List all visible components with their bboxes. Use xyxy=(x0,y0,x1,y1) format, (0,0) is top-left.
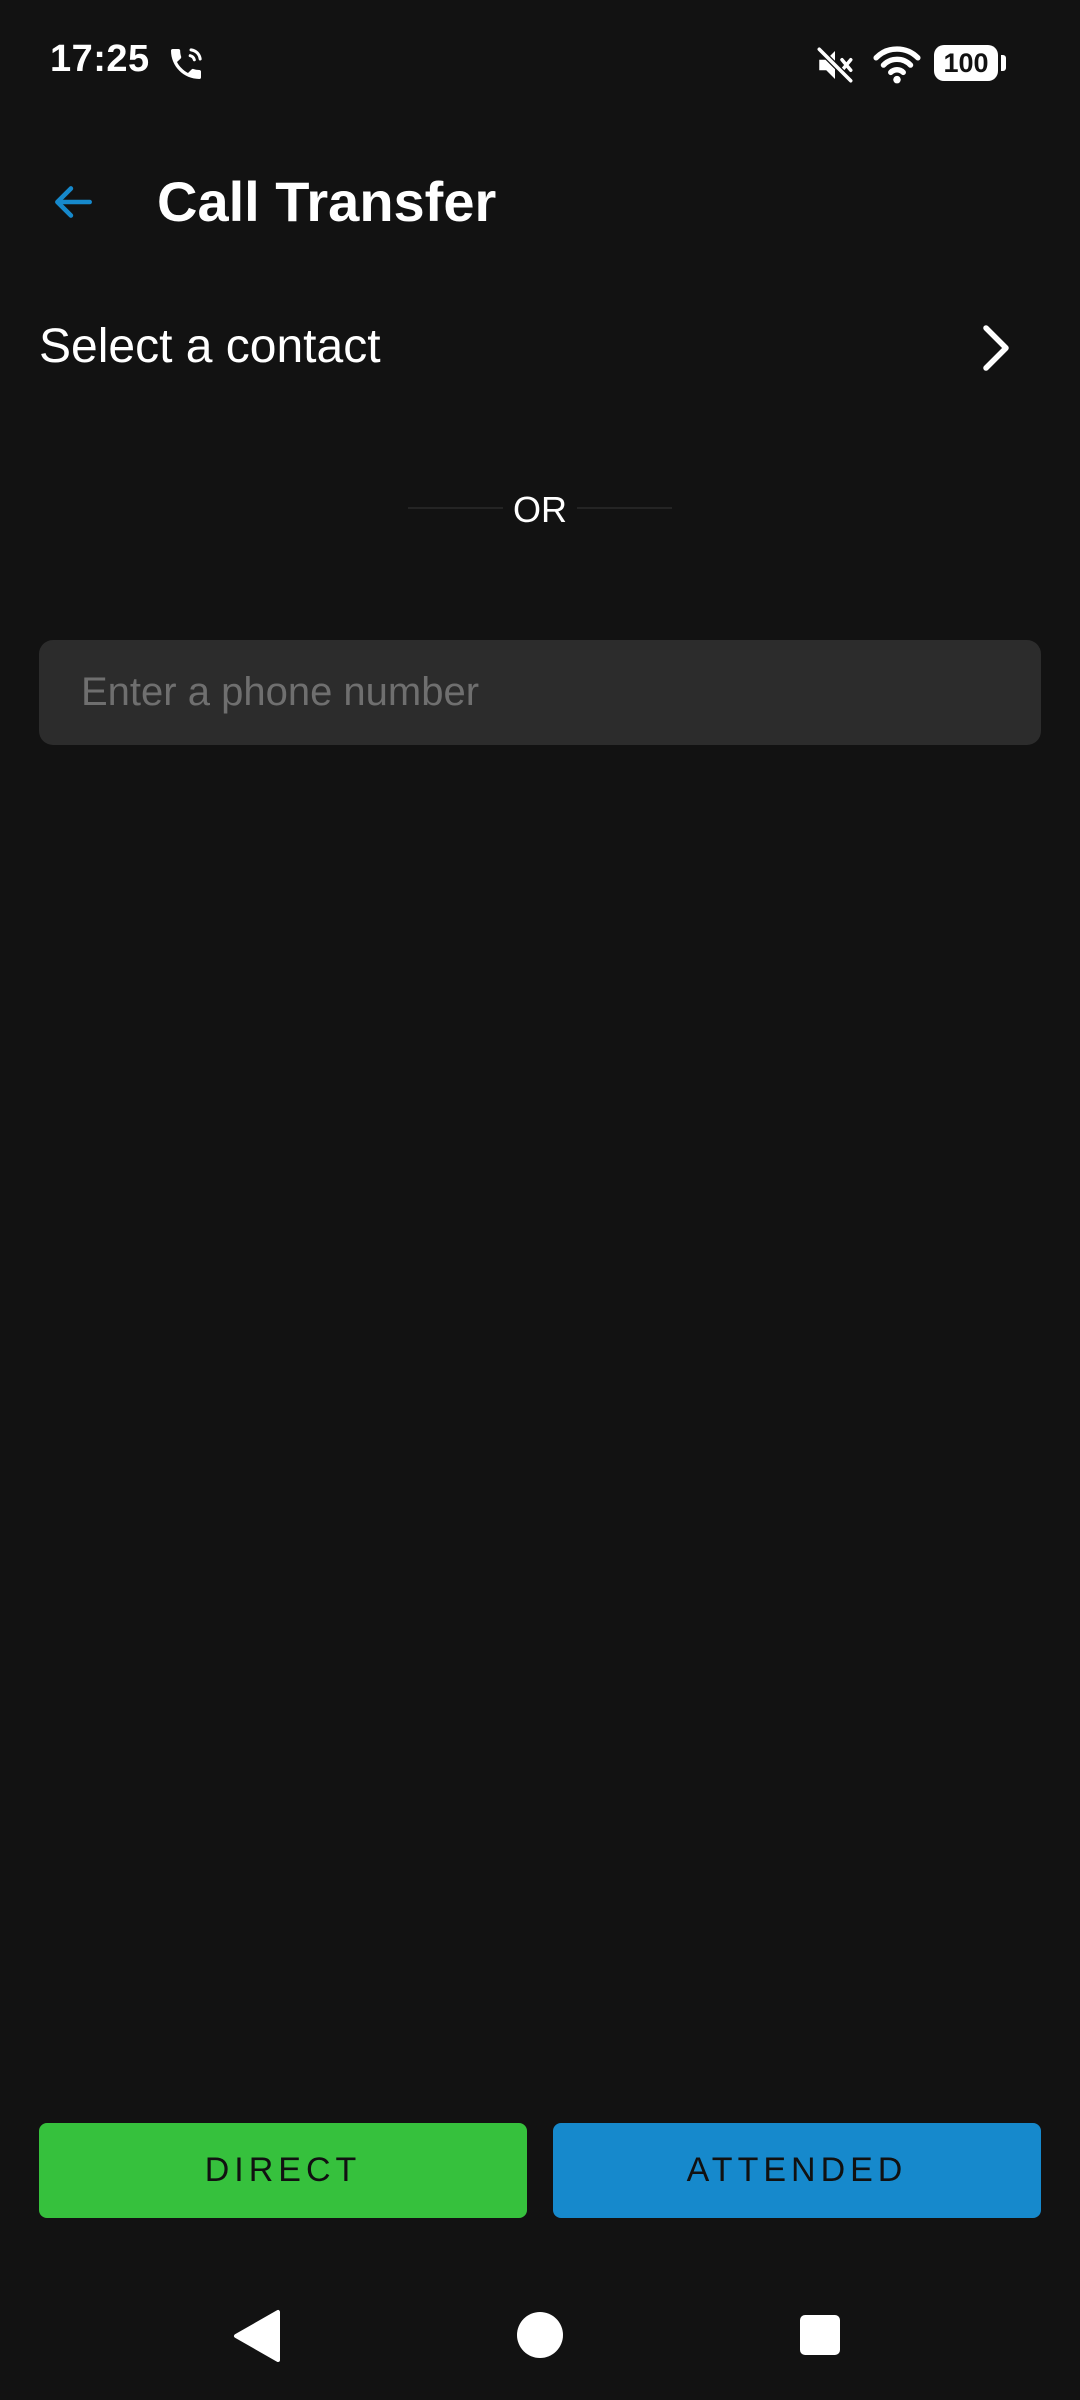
phone-call-icon xyxy=(171,48,202,79)
battery-icon: 100 xyxy=(934,45,1006,81)
select-contact-row[interactable]: Select a contact xyxy=(0,295,1080,401)
wifi-icon xyxy=(873,46,921,84)
attended-transfer-button[interactable]: ATTENDED xyxy=(553,2123,1041,2218)
page-title: Call Transfer xyxy=(157,170,497,233)
status-time: 17:25 xyxy=(50,38,150,80)
or-label: OR xyxy=(503,489,577,530)
or-divider: OR xyxy=(408,480,672,540)
phone-number-input[interactable] xyxy=(39,640,1041,745)
nav-home-icon[interactable] xyxy=(517,2312,563,2358)
arrow-left-icon xyxy=(55,186,92,218)
app-bar: Call Transfer xyxy=(0,140,1080,264)
navigation-bar xyxy=(0,2270,1080,2400)
nav-back-icon[interactable] xyxy=(232,2308,282,2364)
direct-transfer-button[interactable]: DIRECT xyxy=(39,2123,527,2218)
status-bar: 17:25 100 xyxy=(0,0,1080,130)
nav-recents-icon[interactable] xyxy=(800,2315,840,2355)
battery-level: 100 xyxy=(934,45,998,81)
select-contact-label: Select a contact xyxy=(39,320,381,373)
back-button[interactable] xyxy=(28,160,118,244)
chevron-right-icon xyxy=(983,325,1009,371)
mute-icon xyxy=(817,47,853,83)
battery-tip xyxy=(1001,55,1006,71)
